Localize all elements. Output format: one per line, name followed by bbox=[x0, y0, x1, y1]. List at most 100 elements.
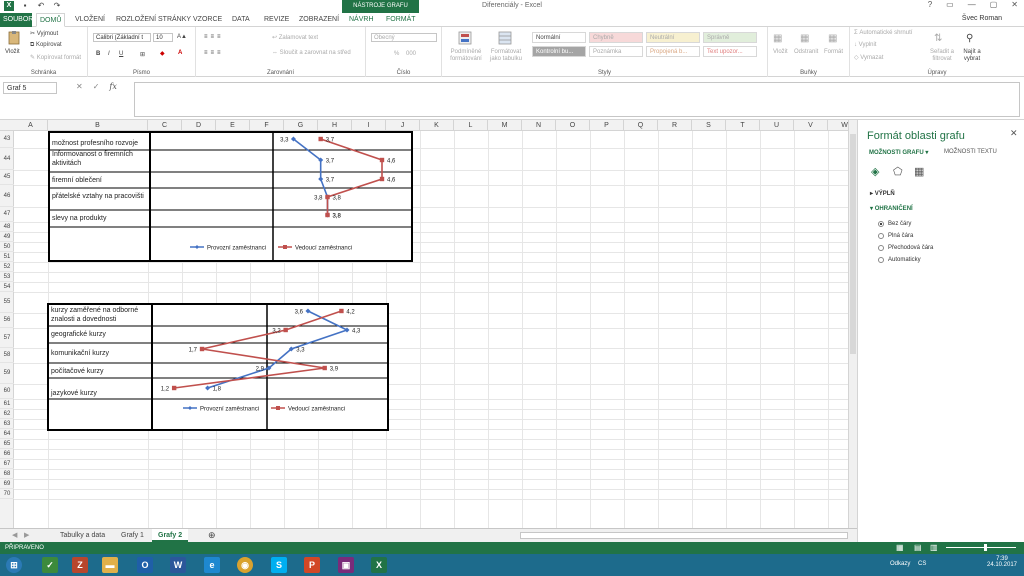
word-icon[interactable]: W bbox=[170, 557, 186, 573]
outlook-icon[interactable]: O bbox=[137, 557, 153, 573]
radio-icon[interactable] bbox=[878, 233, 884, 239]
row-header-63[interactable]: 63 bbox=[0, 419, 14, 429]
row-header-51[interactable]: 51 bbox=[0, 252, 14, 262]
border-option[interactable]: Přechodová čára bbox=[878, 245, 933, 251]
file-explorer-icon[interactable]: ▬ bbox=[102, 557, 118, 573]
column-header-k[interactable]: K bbox=[420, 120, 454, 131]
row-header-69[interactable]: 69 bbox=[0, 479, 14, 489]
skype-icon[interactable]: S bbox=[271, 557, 287, 573]
font-size-select[interactable]: 10 bbox=[153, 33, 173, 42]
tab-format[interactable]: FORMÁT bbox=[383, 13, 419, 27]
column-header-l[interactable]: L bbox=[454, 120, 488, 131]
column-header-u[interactable]: U bbox=[760, 120, 794, 131]
function-icon[interactable]: fx bbox=[109, 82, 116, 91]
radio-icon[interactable] bbox=[878, 245, 884, 251]
page-layout-view-icon[interactable]: ▤ bbox=[914, 543, 922, 552]
row-header-46[interactable]: 46 bbox=[0, 185, 14, 207]
row-header-50[interactable]: 50 bbox=[0, 242, 14, 252]
ribbon-display-icon[interactable]: ▭ bbox=[946, 0, 954, 9]
chart-training-courses[interactable]: kurzy zaměřené na odborné znalosti a dove… bbox=[47, 303, 389, 431]
tab-review[interactable]: REVIZE bbox=[261, 13, 292, 27]
radio-icon[interactable] bbox=[878, 257, 884, 263]
column-header-m[interactable]: M bbox=[488, 120, 522, 131]
column-header-g[interactable]: G bbox=[284, 120, 318, 131]
column-header-q[interactable]: Q bbox=[624, 120, 658, 131]
style-good[interactable]: Správně bbox=[703, 32, 757, 43]
column-header-j[interactable]: J bbox=[386, 120, 420, 131]
cut-button[interactable]: ✂ Vyjmout bbox=[30, 30, 58, 37]
worksheet-grid[interactable]: ABCDEFGHIJKLMNOPQRSTUVW 43 44 45 46 47 48 49 50… bbox=[0, 120, 848, 528]
tab-design[interactable]: NÁVRH bbox=[346, 13, 377, 27]
paste-button[interactable]: Vložit bbox=[5, 49, 20, 55]
row-header-43[interactable]: 43 bbox=[0, 131, 14, 148]
grow-font-icon[interactable]: A▲ bbox=[177, 34, 187, 40]
conditional-format-button[interactable]: Podmíněné formátování bbox=[447, 49, 485, 63]
font-color-icon[interactable]: A bbox=[178, 50, 182, 56]
row-header-59[interactable]: 59 bbox=[0, 363, 14, 384]
delete-cells-button[interactable]: Odstranit bbox=[794, 49, 818, 55]
chart-employee-benefits[interactable]: možnost profesního rozvoje Informovanost … bbox=[48, 131, 413, 262]
row-header-65[interactable]: 65 bbox=[0, 439, 14, 449]
column-header-b[interactable]: B bbox=[48, 120, 148, 131]
sort-filter-button[interactable]: Seřadit a filtrovat bbox=[928, 49, 956, 63]
style-normal[interactable]: Normální bbox=[532, 32, 586, 43]
column-header-h[interactable]: H bbox=[318, 120, 352, 131]
number-format-select[interactable]: Obecný bbox=[371, 33, 437, 42]
row-header-44[interactable]: 44 bbox=[0, 148, 14, 170]
column-header-o[interactable]: O bbox=[556, 120, 590, 131]
tab-formulas[interactable]: VZORCE bbox=[190, 13, 225, 27]
row-header-55[interactable]: 55 bbox=[0, 292, 14, 313]
internet-explorer-icon[interactable]: e bbox=[204, 557, 220, 573]
undo-icon[interactable]: ↶ bbox=[36, 1, 46, 11]
fill-line-icon[interactable]: ◈ bbox=[871, 165, 879, 178]
redo-icon[interactable]: ↷ bbox=[52, 1, 62, 11]
horizontal-align-icons[interactable]: ≡≡≡ bbox=[204, 50, 224, 56]
row-header-53[interactable]: 53 bbox=[0, 272, 14, 282]
column-header-e[interactable]: E bbox=[216, 120, 250, 131]
row-header-68[interactable]: 68 bbox=[0, 469, 14, 479]
merge-center-button[interactable]: ⇔ Sloučit a zarovnat na střed bbox=[272, 50, 351, 56]
tab-data[interactable]: DATA bbox=[229, 13, 253, 27]
save-icon[interactable]: ▪ bbox=[20, 1, 30, 11]
style-check-cell[interactable]: Kontrolní bu... bbox=[532, 46, 586, 57]
pane-close-icon[interactable]: ✕ bbox=[1010, 128, 1018, 139]
zoom-slider[interactable] bbox=[946, 547, 1016, 548]
bold-button[interactable]: B bbox=[96, 51, 100, 57]
border-section-toggle[interactable]: ▾ OHRANIČENÍ bbox=[870, 205, 913, 212]
sheet-nav-next-icon[interactable]: ▶ bbox=[18, 529, 35, 542]
style-neutral[interactable]: Neutrální bbox=[646, 32, 700, 43]
column-header-f[interactable]: F bbox=[250, 120, 284, 131]
italic-button[interactable]: I bbox=[108, 51, 110, 57]
row-header-52[interactable]: 52 bbox=[0, 262, 14, 272]
effects-icon[interactable]: ⬠ bbox=[893, 165, 903, 178]
vertical-scroll-thumb[interactable] bbox=[850, 134, 856, 354]
taskbar-app-icon[interactable]: Z bbox=[72, 557, 88, 573]
name-box[interactable]: Graf 5 bbox=[3, 82, 57, 94]
style-note[interactable]: Poznámka bbox=[589, 46, 643, 57]
style-linked-cell[interactable]: Propojená b... bbox=[646, 46, 700, 57]
format-as-table-button[interactable]: Formátovat jako tabulku bbox=[487, 49, 525, 63]
column-header-c[interactable]: C bbox=[148, 120, 182, 131]
row-header-61[interactable]: 61 bbox=[0, 399, 14, 409]
underline-button[interactable]: U bbox=[119, 51, 123, 57]
chrome-icon[interactable]: ◉ bbox=[237, 557, 253, 573]
minimize-icon[interactable]: — bbox=[968, 0, 976, 9]
row-header-56[interactable]: 56 bbox=[0, 313, 14, 328]
clear-button[interactable]: ◇ Vymazat bbox=[854, 54, 883, 61]
format-painter-button[interactable]: ✎ Kopírovat formát bbox=[30, 54, 81, 61]
tab-view[interactable]: ZOBRAZENÍ bbox=[296, 13, 342, 27]
size-properties-icon[interactable]: ▦ bbox=[914, 165, 924, 178]
column-header-p[interactable]: P bbox=[590, 120, 624, 131]
radio-icon[interactable] bbox=[878, 221, 884, 227]
sheet-tab-charts-1[interactable]: Grafy 1 bbox=[115, 529, 150, 542]
row-header-47[interactable]: 47 bbox=[0, 207, 14, 222]
row-header-57[interactable]: 57 bbox=[0, 328, 14, 348]
border-option[interactable]: Bez čáry bbox=[878, 221, 911, 227]
excel-taskbar-icon[interactable]: X bbox=[371, 557, 387, 573]
column-header-t[interactable]: T bbox=[726, 120, 760, 131]
tab-insert[interactable]: VLOŽENÍ bbox=[72, 13, 108, 27]
column-header-i[interactable]: I bbox=[352, 120, 386, 131]
fill-section-toggle[interactable]: ▸ VÝPLŇ bbox=[870, 190, 895, 197]
column-header-v[interactable]: V bbox=[794, 120, 828, 131]
percent-button[interactable]: % bbox=[394, 51, 399, 57]
